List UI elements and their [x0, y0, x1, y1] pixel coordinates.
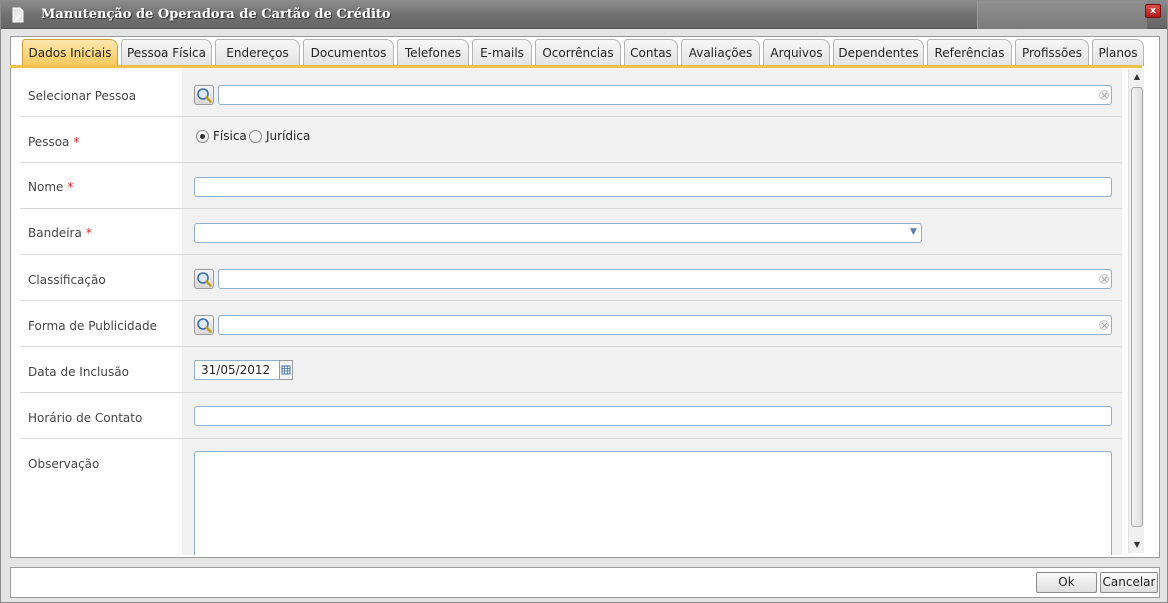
row-selecionar-pessoa: Selecionar Pessoa: [20, 68, 1122, 117]
classificacao-input[interactable]: [218, 269, 1112, 289]
cancel-button[interactable]: Cancelar: [1100, 572, 1158, 593]
tab-enderecos[interactable]: Endereços: [215, 39, 300, 66]
tab-dados-iniciais[interactable]: Dados Iniciais: [22, 39, 118, 66]
nome-input[interactable]: [194, 177, 1112, 197]
label-data-inclusao: Data de Inclusão: [28, 365, 129, 379]
field-cell: [182, 255, 1122, 300]
bandeira-select[interactable]: [194, 223, 922, 243]
tab-dependentes[interactable]: Dependentes: [833, 39, 924, 66]
field-cell: ▼: [182, 209, 1122, 254]
label-nome: Nome *: [28, 180, 73, 194]
scroll-down-icon[interactable]: ▼: [1129, 537, 1145, 553]
background-window-title: [977, 1, 1147, 29]
window-title: Manutenção de Operadora de Cartão de Cré…: [41, 7, 391, 22]
tab-documentos[interactable]: Documentos: [303, 39, 394, 66]
tab-planos[interactable]: Planos: [1092, 39, 1144, 66]
required-mark: *: [73, 135, 80, 149]
tab-pessoa-fisica[interactable]: Pessoa Física: [121, 39, 212, 66]
label-forma-publicidade: Forma de Publicidade: [28, 319, 158, 333]
radio-juridica-label: Jurídica: [266, 129, 311, 143]
tab-ocorrencias[interactable]: Ocorrências: [535, 39, 621, 66]
row-forma-publicidade: Forma de Publicidade: [20, 301, 1122, 347]
field-cell: [182, 301, 1122, 346]
field-cell: [182, 393, 1122, 438]
document-edit-icon: [12, 7, 24, 23]
field-cell: Física Jurídica: [182, 117, 1122, 162]
radio-juridica[interactable]: [249, 130, 262, 143]
scroll-up-icon[interactable]: ▲: [1129, 69, 1145, 85]
tab-avaliacoes[interactable]: Avaliações: [681, 39, 760, 66]
form-area: Selecionar Pessoa Pessoa * Física Jurídic…: [20, 68, 1128, 555]
radio-fisica[interactable]: [196, 130, 209, 143]
tab-referencias[interactable]: Referências: [927, 39, 1012, 66]
data-inclusao-input[interactable]: 31/05/2012: [194, 360, 280, 380]
chevron-down-icon[interactable]: ▼: [910, 227, 917, 237]
field-cell: [182, 68, 1122, 116]
horario-contato-input[interactable]: [194, 406, 1112, 426]
radio-fisica-label: Física: [213, 129, 247, 143]
row-classificacao: Classificação: [20, 255, 1122, 301]
row-nome: Nome *: [20, 163, 1122, 209]
selecionar-pessoa-input[interactable]: [218, 85, 1112, 105]
tab-profissoes[interactable]: Profissões: [1015, 39, 1089, 66]
label-bandeira: Bandeira *: [28, 226, 92, 240]
search-icon[interactable]: [194, 269, 214, 289]
field-cell: [182, 163, 1122, 208]
forma-publicidade-input[interactable]: [218, 315, 1112, 335]
ok-button[interactable]: Ok: [1036, 572, 1097, 593]
field-cell: 31/05/2012: [182, 347, 1122, 392]
clear-icon[interactable]: [1099, 320, 1109, 330]
tab-emails[interactable]: E-mails: [472, 39, 532, 66]
label-nome-text: Nome: [28, 180, 64, 194]
close-button[interactable]: x: [1145, 4, 1161, 18]
row-bandeira: Bandeira * ▼: [20, 209, 1122, 255]
required-mark: *: [67, 180, 74, 194]
calendar-icon[interactable]: [279, 360, 293, 380]
label-horario-contato: Horário de Contato: [28, 411, 143, 425]
field-cell: [182, 439, 1122, 555]
label-bandeira-text: Bandeira: [28, 226, 82, 240]
label-pessoa-text: Pessoa: [28, 135, 70, 149]
label-observacao: Observação: [28, 457, 100, 471]
row-data-inclusao: Data de Inclusão 31/05/2012: [20, 347, 1122, 393]
clear-icon[interactable]: [1099, 90, 1109, 100]
observacao-textarea[interactable]: [194, 451, 1112, 555]
scroll-thumb[interactable]: [1131, 87, 1143, 527]
tab-strip: Dados Iniciais Pessoa Física Endereços D…: [22, 39, 1152, 66]
title-bar[interactable]: Manutenção de Operadora de Cartão de Cré…: [1, 1, 1167, 29]
button-bar: Ok Cancelar: [10, 567, 1160, 598]
label-selecionar-pessoa: Selecionar Pessoa: [28, 89, 137, 103]
label-classificacao: Classificação: [28, 273, 106, 287]
search-icon[interactable]: [194, 315, 214, 335]
dialog-window: Manutenção de Operadora de Cartão de Cré…: [0, 0, 1168, 603]
vertical-scrollbar[interactable]: ▲ ▼: [1128, 69, 1144, 553]
row-observacao: Observação: [20, 439, 1122, 555]
row-horario-contato: Horário de Contato: [20, 393, 1122, 439]
row-pessoa: Pessoa * Física Jurídica: [20, 117, 1122, 163]
search-icon[interactable]: [194, 85, 214, 105]
clear-icon[interactable]: [1099, 274, 1109, 284]
label-pessoa: Pessoa *: [28, 135, 79, 149]
tab-arquivos[interactable]: Arquivos: [763, 39, 830, 66]
tab-contas[interactable]: Contas: [624, 39, 678, 66]
tab-telefones[interactable]: Telefones: [397, 39, 469, 66]
required-mark: *: [85, 226, 92, 240]
